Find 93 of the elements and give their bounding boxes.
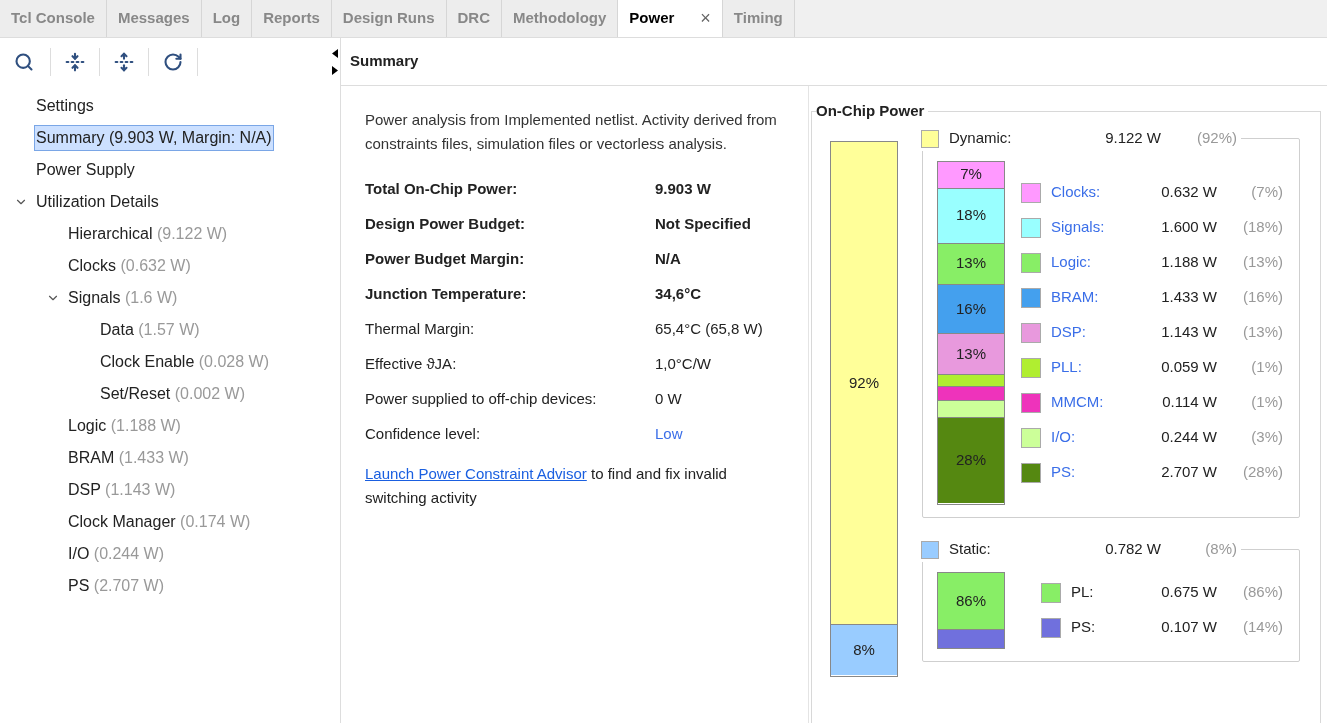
tree-item[interactable]: Summary (9.903 W, Margin: N/A) [34,125,274,151]
summary-value: 1,0°C/W [655,354,711,375]
tree-item[interactable]: I/O (0.244 W) [66,541,167,567]
summary-label: Total On-Chip Power: [365,179,519,200]
close-button[interactable]: × [700,5,711,32]
expand-all-icon[interactable] [114,52,134,72]
legend-percent: (28%) [1242,462,1283,483]
legend-link[interactable]: MMCM: [1051,391,1131,414]
group-percent: (8%) [1204,539,1237,560]
collapse-left-icon[interactable] [332,49,338,58]
legend-value: 0.675 W [1160,582,1217,603]
tree-item[interactable]: Data (1.57 W) [98,317,202,343]
advisor-text: Launch Power Constraint Advisor to find and fix invalid switching activity [365,464,728,508]
summary-value: 65,4°C (65,8 W) [655,319,763,340]
legend-value: 0.244 W [1160,427,1217,448]
segment-label: 13% [956,343,986,364]
summary-label: Power Budget Margin: [365,249,526,270]
legend-value: 1.600 W [1160,217,1217,238]
search-icon[interactable] [14,52,34,72]
legend-percent: (16%) [1242,287,1283,308]
legend-value: 1.433 W [1160,287,1217,308]
segment-label: 28% [956,450,986,471]
tree-item[interactable]: Signals (1.6 W) [66,285,180,311]
summary-value: 0 W [655,389,682,410]
legend-percent: (18%) [1242,217,1283,238]
segment-label: 13% [956,253,986,274]
tree-item[interactable]: DSP (1.143 W) [66,477,178,503]
group-value: 0.782 W [1104,539,1161,560]
legend-link[interactable]: PS: [1051,461,1131,484]
summary-value: N/A [655,249,681,270]
summary-value: 34,6°C [655,284,702,305]
tree-item[interactable]: Power Supply [34,157,137,183]
summary-link[interactable]: Low [655,423,683,446]
legend-percent: (3%) [1250,427,1283,448]
tree-item[interactable]: Clock Manager (0.174 W) [66,509,253,535]
summary-label: Confidence level: [365,424,482,445]
panel-heading: On-Chip Power [816,101,926,121]
legend-link[interactable]: DSP: [1051,321,1131,344]
segment-label: 8% [853,640,875,661]
segment-label: 16% [956,298,986,319]
legend-link[interactable]: I/O: [1051,426,1131,449]
legend-percent: (13%) [1242,252,1283,273]
advisor-link[interactable]: Launch Power Constraint Advisor [365,465,587,482]
expand-right-icon[interactable] [332,66,338,75]
legend-percent: (86%) [1242,582,1283,603]
legend-percent: (7%) [1250,182,1283,203]
legend-value: 1.143 W [1160,322,1217,343]
legend-link[interactable]: Signals: [1051,216,1131,239]
tab[interactable]: Power × [618,0,723,37]
tree-item[interactable]: Hierarchical (9.122 W) [66,221,230,247]
summary-label: Power supplied to off-chip devices: [365,389,598,410]
tree-item[interactable]: PS (2.707 W) [66,573,167,599]
legend-percent: (1%) [1250,392,1283,413]
legend-percent: (14%) [1242,617,1283,638]
tree-item[interactable]: Clock Enable (0.028 W) [98,349,271,375]
legend-percent: (13%) [1242,322,1283,343]
refresh-icon[interactable] [163,52,183,72]
legend-value: 0.114 W [1161,392,1217,413]
segment-label: 86% [956,590,986,611]
group-value: 9.122 W [1104,128,1161,149]
description-text: Power analysis from Implemented netlist. Activity derived from constraints files, simulation files or vectorless analysis. [365,110,778,154]
summary-label: Design Power Budget: [365,214,526,235]
legend-link[interactable]: Logic: [1051,251,1131,274]
summary-label: Junction Temperature: [365,284,528,305]
legend-label: PS: [1071,617,1097,638]
legend-value: 1.188 W [1160,252,1217,273]
tree-item[interactable]: Clocks (0.632 W) [66,253,193,279]
tree-item[interactable]: Set/Reset (0.002 W) [98,381,247,407]
legend-percent: (1%) [1250,357,1283,378]
group-percent: (92%) [1196,128,1237,149]
tree-item[interactable]: Logic (1.188 W) [66,413,183,439]
legend-label: PL: [1071,582,1095,603]
legend-value: 0.107 W [1160,617,1217,638]
legend-link[interactable]: BRAM: [1051,286,1131,309]
panel-title: Summary [350,51,419,72]
segment-label: 7% [960,164,982,185]
segment-label: 92% [849,372,879,393]
summary-value: Not Specified [655,214,751,235]
summary-label: Thermal Margin: [365,319,476,340]
group-label: Dynamic: [949,128,1013,149]
group-label: Static: [949,539,992,560]
segment-label: 18% [956,205,986,226]
legend-value: 2.707 W [1160,462,1217,483]
legend-link[interactable]: PLL: [1051,356,1131,379]
summary-value: 9.903 W [655,179,711,200]
tree-item[interactable]: Settings [34,93,96,119]
collapse-all-icon[interactable] [65,52,85,72]
legend-value: 0.632 W [1160,182,1217,203]
tree-item[interactable]: Utilization Details [34,189,161,215]
tree-item[interactable]: BRAM (1.433 W) [66,445,191,471]
legend-link[interactable]: Clocks: [1051,181,1131,204]
summary-label: Effective ϑJA: [365,354,458,375]
legend-value: 0.059 W [1160,357,1217,378]
